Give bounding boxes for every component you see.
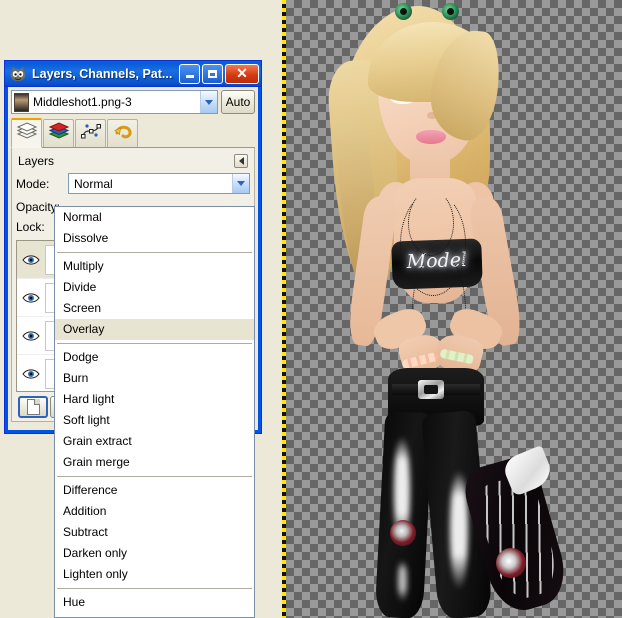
artwork-pupil-right <box>447 8 454 15</box>
menu-item-hue[interactable]: Hue <box>55 592 254 613</box>
minimize-icon <box>185 75 194 78</box>
tab-paths[interactable] <box>75 119 106 147</box>
layers-pane-title: Layers <box>18 154 55 168</box>
menu-item-subtract[interactable]: Subtract <box>55 522 254 543</box>
mode-label: Mode: <box>16 176 50 191</box>
menu-item-lighten-only[interactable]: Lighten only <box>55 564 254 585</box>
menu-separator <box>57 252 252 253</box>
screenshot-root: Model Layers, Channels, Pat... ✕ Middles… <box>0 0 622 618</box>
minimize-button[interactable] <box>179 63 200 84</box>
new-layer-icon <box>26 399 40 415</box>
image-select-combo[interactable]: Middleshot1.png-3 <box>11 90 218 114</box>
image-selector-row: Middleshot1.png-3 Auto <box>11 90 255 114</box>
mode-dropdown-arrow[interactable] <box>232 174 249 193</box>
eye-icon[interactable] <box>17 368 45 380</box>
artwork-pupil-left <box>400 8 407 15</box>
eye-icon[interactable] <box>17 292 45 304</box>
maximize-icon <box>208 69 217 78</box>
menu-item-normal[interactable]: Normal <box>55 207 254 228</box>
image-select-dropdown-arrow[interactable] <box>200 91 217 113</box>
dockable-tabstrip <box>11 118 255 148</box>
close-button[interactable]: ✕ <box>225 63 259 84</box>
paths-icon <box>80 122 102 145</box>
menu-item-multiply[interactable]: Multiply <box>55 256 254 277</box>
menu-separator <box>57 343 252 344</box>
window-controls: ✕ <box>179 63 259 84</box>
tab-channels[interactable] <box>43 119 74 147</box>
menu-item-screen[interactable]: Screen <box>55 298 254 319</box>
menu-item-hard-light[interactable]: Hard light <box>55 389 254 410</box>
selection-marching-ants <box>282 0 286 618</box>
eye-icon[interactable] <box>17 254 45 266</box>
menu-item-divide[interactable]: Divide <box>55 277 254 298</box>
tab-layers[interactable] <box>11 118 42 148</box>
new-layer-button[interactable] <box>18 396 48 418</box>
collapse-left-icon[interactable] <box>234 154 248 168</box>
tab-undo-history[interactable] <box>107 119 138 147</box>
menu-separator <box>57 588 252 589</box>
chevron-down-icon <box>237 181 245 186</box>
eye-icon[interactable] <box>17 330 45 342</box>
window-title: Layers, Channels, Pat... <box>32 66 173 81</box>
image-canvas[interactable]: Model <box>282 0 622 618</box>
menu-item-dodge[interactable]: Dodge <box>55 347 254 368</box>
auto-button[interactable]: Auto <box>221 90 255 114</box>
menu-item-darken-only[interactable]: Darken only <box>55 543 254 564</box>
layers-icon <box>16 122 38 145</box>
menu-separator <box>57 476 252 477</box>
channels-icon <box>48 122 70 145</box>
menu-item-grain-merge[interactable]: Grain merge <box>55 452 254 473</box>
mode-value: Normal <box>74 176 113 191</box>
menu-item-addition[interactable]: Addition <box>55 501 254 522</box>
menu-item-burn[interactable]: Burn <box>55 368 254 389</box>
artwork-shoe-patch <box>390 520 416 546</box>
close-icon: ✕ <box>236 65 248 81</box>
artwork-buckle-hole <box>424 385 438 394</box>
window-titlebar[interactable]: Layers, Channels, Pat... ✕ <box>5 61 261 87</box>
menu-item-difference[interactable]: Difference <box>55 480 254 501</box>
menu-item-soft-light[interactable]: Soft light <box>55 410 254 431</box>
layers-pane-header: Layers <box>16 152 250 173</box>
mode-combo[interactable]: Normal <box>68 173 250 194</box>
menu-item-saturation[interactable]: Saturation <box>55 613 254 617</box>
triangle-left-icon <box>238 157 244 165</box>
image-thumbnail <box>14 92 29 112</box>
artwork-leg-highlight-3 <box>398 560 407 602</box>
menu-item-grain-extract[interactable]: Grain extract <box>55 431 254 452</box>
canvas-artwork: Model <box>282 0 622 618</box>
menu-item-dissolve[interactable]: Dissolve <box>55 228 254 249</box>
mode-row: Mode: Normal <box>16 173 250 194</box>
artwork-lips <box>416 130 446 144</box>
mode-dropdown-menu[interactable]: Normal Dissolve Multiply Divide Screen O… <box>54 206 255 618</box>
menu-item-overlay[interactable]: Overlay <box>55 319 254 340</box>
undo-history-icon <box>112 122 134 145</box>
maximize-button[interactable] <box>202 63 223 84</box>
wilber-icon <box>9 65 27 83</box>
chevron-down-icon <box>205 99 213 105</box>
image-name: Middleshot1.png-3 <box>33 95 132 109</box>
